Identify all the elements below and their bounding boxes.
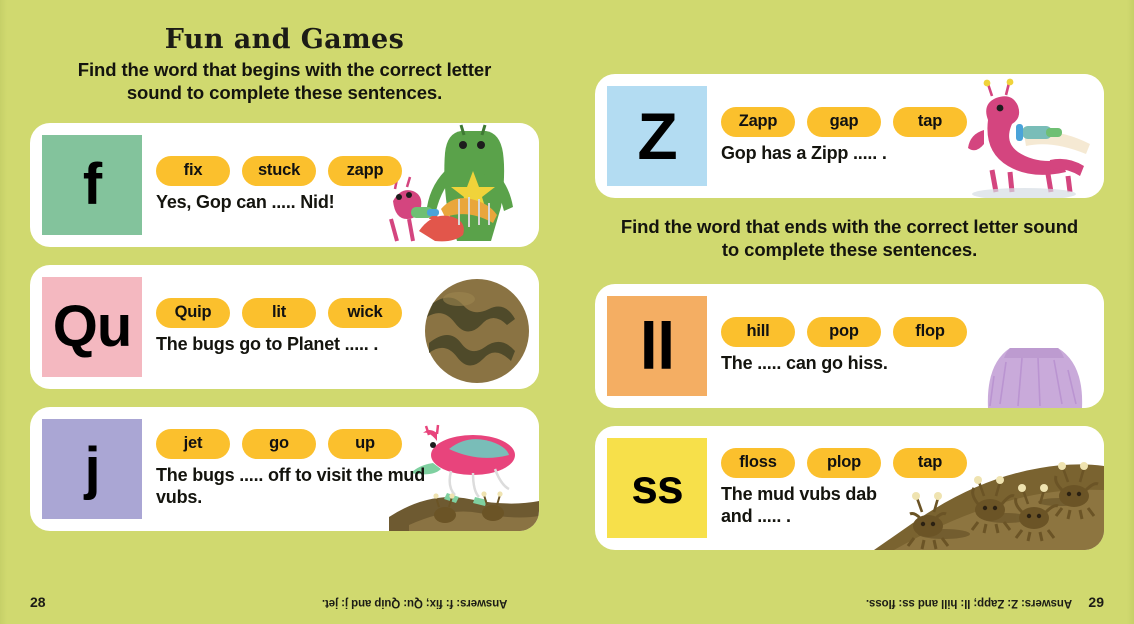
card-content: f fix stuck zapp Yes, Gop can ..... Nid! [30, 123, 539, 247]
word-card-ss[interactable]: ss floss plop tap The mud vubs dab and .… [595, 425, 1104, 550]
right-page: Z Zapp gap tap Gop has a Zipp ..... . Fi… [567, 0, 1134, 624]
option-pill[interactable]: plop [807, 448, 881, 479]
option-pills: hill pop flop [721, 317, 1104, 348]
card-sentence: The bugs go to Planet ..... . [156, 334, 379, 355]
option-pills: jet go up [156, 429, 539, 460]
option-pill[interactable]: pop [807, 317, 881, 348]
card-content: j jet go up The bugs ..... off to visit … [30, 407, 539, 531]
card-body: jet go up The bugs ..... off to visit th… [142, 419, 539, 519]
card-body: floss plop tap The mud vubs dab and ....… [707, 438, 1104, 538]
option-pill[interactable]: tap [893, 448, 967, 479]
card-sentence: The ..... can go hiss. [721, 353, 888, 374]
option-pill[interactable]: go [242, 429, 316, 460]
card-content: Z Zapp gap tap Gop has a Zipp ..... . [595, 74, 1104, 198]
option-pill[interactable]: Quip [156, 298, 230, 329]
card-sentence: The mud vubs dab and ..... . [721, 484, 877, 526]
word-card-qu[interactable]: Qu Quip lit wick The bugs go to Planet .… [30, 264, 539, 389]
option-pill[interactable]: stuck [242, 156, 316, 187]
option-pill[interactable]: floss [721, 448, 795, 479]
letter-tile: ll [607, 295, 707, 396]
letter-tile: ss [607, 437, 707, 538]
right-instruction: Find the word that ends with the correct… [620, 216, 1079, 260]
option-pills: floss plop tap [721, 448, 1104, 479]
option-pills: Zapp gap tap [721, 107, 1104, 138]
left-instruction: Find the word that begins with the corre… [77, 59, 492, 103]
page-number: 28 [30, 594, 46, 610]
option-pills: fix stuck zapp [156, 156, 539, 187]
left-page: Fun and Games Find the word that begins … [0, 0, 567, 624]
option-pills: Quip lit wick [156, 298, 539, 329]
word-card-j[interactable]: j jet go up The bugs ..... off to visit … [30, 406, 539, 531]
word-card-ll[interactable]: ll hill pop flop The ..... can go hiss. [595, 283, 1104, 408]
page-number: 29 [1088, 594, 1104, 610]
card-body: Quip lit wick The bugs go to Planet ....… [142, 277, 539, 377]
right-footer: 29 Answers: Z: Zapp; ll: hill and ss: fl… [567, 584, 1134, 610]
card-body: hill pop flop The ..... can go hiss. [707, 296, 1104, 396]
card-body: fix stuck zapp Yes, Gop can ..... Nid! [142, 135, 539, 235]
word-card-f[interactable]: f fix stuck zapp Yes, Gop can ..... Nid! [30, 122, 539, 247]
card-body: Zapp gap tap Gop has a Zipp ..... . [707, 86, 1104, 186]
option-pill[interactable]: wick [328, 298, 402, 329]
option-pill[interactable]: hill [721, 317, 795, 348]
card-content: ss floss plop tap The mud vubs dab and .… [595, 426, 1104, 550]
card-sentence: Yes, Gop can ..... Nid! [156, 192, 335, 213]
option-pill[interactable]: gap [807, 107, 881, 138]
card-sentence: Gop has a Zipp ..... . [721, 143, 887, 164]
option-pill[interactable]: jet [156, 429, 230, 460]
answers-text: Answers: Z: Zapp; ll: hill and ss: floss… [865, 597, 1072, 609]
word-card-z[interactable]: Z Zapp gap tap Gop has a Zipp ..... . [595, 74, 1104, 198]
letter-tile: Qu [42, 276, 142, 377]
option-pill[interactable]: zapp [328, 156, 402, 187]
option-pill[interactable]: fix [156, 156, 230, 187]
option-pill[interactable]: Zapp [721, 107, 795, 138]
letter-tile: Z [607, 86, 707, 186]
answers-text: Answers: f: fix; Qu: Quip and j: jet. [321, 597, 507, 609]
page-title: Fun and Games [164, 24, 405, 55]
card-sentence: The bugs ..... off to visit the mud vubs… [156, 465, 425, 507]
option-pill[interactable]: up [328, 429, 402, 460]
option-pill[interactable]: lit [242, 298, 316, 329]
letter-tile: f [42, 134, 142, 235]
card-content: Qu Quip lit wick The bugs go to Planet .… [30, 265, 539, 389]
left-footer: 28 Answers: f: fix; Qu: Quip and j: jet. [0, 584, 567, 610]
letter-tile: j [42, 418, 142, 519]
option-pill[interactable]: flop [893, 317, 967, 348]
book-spread: Fun and Games Find the word that begins … [0, 0, 1134, 624]
card-content: ll hill pop flop The ..... can go hiss. [595, 284, 1104, 408]
option-pill[interactable]: tap [893, 107, 967, 138]
